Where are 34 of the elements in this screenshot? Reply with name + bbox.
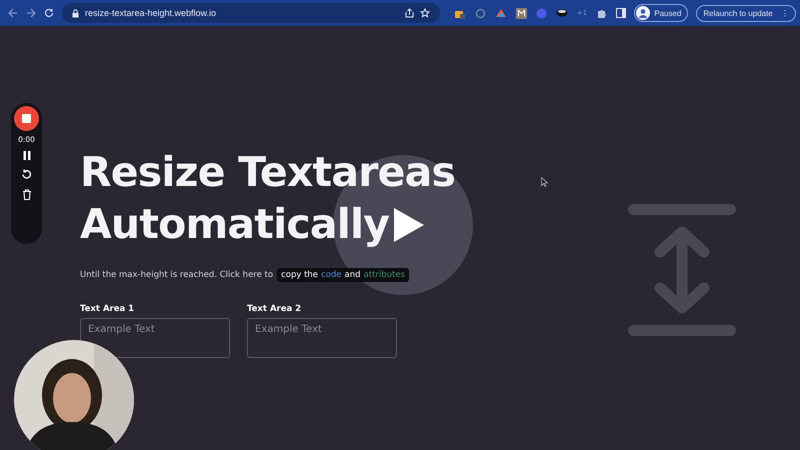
- relaunch-button[interactable]: Relaunch to update ⋮: [696, 4, 796, 22]
- field-label: Text Area 2: [247, 304, 302, 314]
- copy-code-chip[interactable]: copy the code and attributes: [277, 268, 410, 282]
- avatar-icon: [636, 6, 650, 20]
- play-icon[interactable]: [394, 208, 424, 242]
- text-area[interactable]: Example Text: [247, 318, 397, 358]
- lock-icon: [72, 8, 79, 18]
- chip-text: copy the: [281, 270, 318, 280]
- puzzle-icon[interactable]: [596, 8, 608, 18]
- pause-icon[interactable]: [22, 151, 30, 160]
- page-title: Resize Textareas: [80, 147, 456, 198]
- profile-button[interactable]: Paused: [634, 4, 688, 22]
- url-text: resize-textarea-height.webflow.io: [85, 8, 216, 18]
- sidebar-icon[interactable]: [616, 8, 626, 18]
- star-icon[interactable]: [420, 8, 430, 18]
- chip-text: and: [344, 270, 361, 280]
- page-title: Automatically: [80, 199, 390, 250]
- field-label: Text Area 1: [80, 304, 136, 314]
- share-icon[interactable]: [404, 8, 414, 18]
- extension-icon[interactable]: [516, 8, 527, 18]
- extension-icon[interactable]: [556, 9, 568, 17]
- stop-button[interactable]: [14, 106, 39, 131]
- cursor-icon: [541, 177, 548, 187]
- address-bar[interactable]: resize-textarea-height.webflow.io: [62, 3, 440, 23]
- subtitle-text: Until the max-height is reached. Click here to: [80, 270, 274, 280]
- chip-text: attributes: [364, 270, 406, 280]
- chip-text: code: [321, 270, 342, 280]
- trash-icon[interactable]: [22, 189, 32, 200]
- restart-icon[interactable]: [21, 169, 32, 180]
- back-icon[interactable]: [8, 8, 18, 18]
- resize-vertical-icon: [628, 204, 736, 336]
- text-area[interactable]: Example Text: [80, 318, 230, 358]
- reload-icon[interactable]: [44, 8, 54, 18]
- forward-icon[interactable]: [26, 8, 36, 18]
